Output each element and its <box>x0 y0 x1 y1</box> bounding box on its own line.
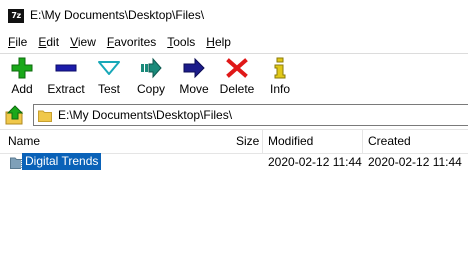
address-bar: E:\My Documents\Desktop\Files\ <box>0 103 468 127</box>
menu-view-label: iew <box>77 35 96 49</box>
column-name[interactable]: Name <box>8 130 40 153</box>
test-label: Test <box>97 82 120 96</box>
checkmark-icon <box>98 61 120 75</box>
info-label: Info <box>269 82 290 96</box>
menu-view-mnemonic: V <box>70 35 78 49</box>
menu-view[interactable]: View <box>70 35 96 49</box>
move-arrow-icon <box>183 57 205 79</box>
move-label: Move <box>179 82 209 96</box>
file-modified: 2020-02-12 11:44 <box>268 155 362 169</box>
minus-icon <box>55 64 77 72</box>
up-folder-icon[interactable] <box>5 105 25 125</box>
list-item[interactable]: Digital Trends 2020-02-12 11:44 2020-02-… <box>0 152 468 171</box>
address-path: E:\My Documents\Desktop\Files\ <box>58 108 233 122</box>
menu-tools-label: ools <box>173 35 196 49</box>
extract-button[interactable]: Extract <box>44 57 88 99</box>
column-divider[interactable] <box>362 130 363 153</box>
move-button[interactable]: Move <box>176 57 212 99</box>
info-button[interactable]: Info <box>266 57 294 99</box>
menu-favorites-label: avorites <box>114 35 157 49</box>
menu-help-mnemonic: H <box>206 35 215 49</box>
address-field[interactable]: E:\My Documents\Desktop\Files\ <box>33 104 468 126</box>
toolbar: Add Extract Test Copy Move Delete Info <box>0 53 468 101</box>
menu-tools[interactable]: Tools <box>167 35 195 49</box>
menu-edit[interactable]: Edit <box>38 35 59 49</box>
delete-button[interactable]: Delete <box>218 57 256 99</box>
file-name[interactable]: Digital Trends <box>20 152 103 171</box>
menu-file-label: ile <box>15 35 28 49</box>
add-button[interactable]: Add <box>6 57 38 99</box>
file-list: Name Size Modified Created Digital Trend… <box>0 129 468 263</box>
delete-x-icon <box>226 58 248 78</box>
file-created: 2020-02-12 11:44 <box>368 155 462 169</box>
extract-label: Extract <box>47 82 85 96</box>
window-title: E:\My Documents\Desktop\Files\ <box>30 8 205 22</box>
menu-help[interactable]: Help <box>206 35 231 49</box>
title-bar: 7z E:\My Documents\Desktop\Files\ <box>0 0 468 32</box>
copy-button[interactable]: Copy <box>134 57 168 99</box>
column-size[interactable]: Size <box>236 130 259 153</box>
add-label: Add <box>11 82 33 96</box>
menu-favorites[interactable]: Favorites <box>107 35 156 49</box>
list-header: Name Size Modified Created <box>0 129 468 154</box>
delete-label: Delete <box>219 82 255 96</box>
column-divider[interactable] <box>262 130 263 153</box>
folder-icon <box>38 110 52 122</box>
menu-file[interactable]: File <box>8 35 27 49</box>
test-button[interactable]: Test <box>94 57 124 99</box>
column-modified[interactable]: Modified <box>268 130 313 153</box>
app-logo-icon: 7z <box>8 9 24 23</box>
menu-help-label: elp <box>214 35 231 49</box>
copy-label: Copy <box>136 82 165 96</box>
column-created[interactable]: Created <box>368 130 411 153</box>
menu-edit-label: dit <box>46 35 60 49</box>
plus-icon <box>11 57 33 79</box>
copy-arrow-icon <box>141 57 162 79</box>
menu-bar: File Edit View Favorites Tools Help <box>0 32 468 52</box>
info-icon <box>274 57 286 79</box>
